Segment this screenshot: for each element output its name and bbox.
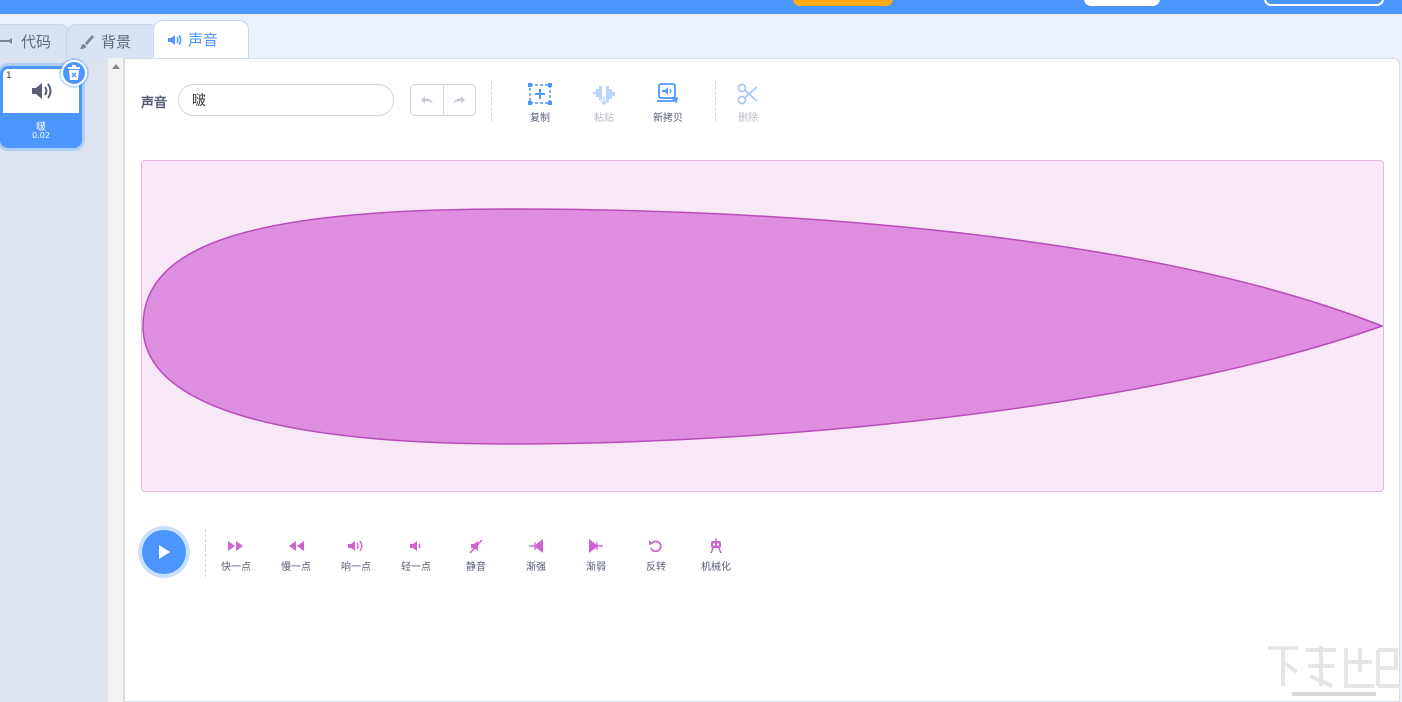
effect-faster-label: 快一点 [221, 562, 251, 573]
effects-divider [205, 529, 206, 577]
redo-button[interactable] [442, 85, 475, 115]
effect-robot-label: 机械化 [701, 562, 731, 573]
waveform [142, 208, 1385, 445]
paste-icon [593, 86, 615, 105]
effect-softer-label: 轻一点 [401, 562, 431, 573]
menu-white-button[interactable] [1084, 0, 1160, 6]
effect-mute-button[interactable]: 静音 [452, 537, 500, 573]
louder-icon [348, 540, 363, 552]
effect-mute-label: 静音 [466, 562, 486, 573]
menu-highlight-button[interactable] [793, 0, 893, 6]
sound-duration: 0.02 [32, 131, 50, 140]
delete-label: 删除 [738, 113, 758, 124]
new-copy-icon [657, 83, 678, 104]
copy-label: 复制 [530, 113, 550, 124]
speaker-icon [168, 34, 182, 45]
tab-code-label: 代码 [21, 33, 52, 51]
trash-icon [68, 65, 80, 80]
effect-slower-label: 慢一点 [281, 562, 311, 573]
play-icon [159, 545, 170, 559]
effect-fade-in-button[interactable]: 渐强 [512, 537, 560, 573]
scissors-icon [737, 83, 758, 105]
new-copy-button[interactable]: 新拷贝 [643, 79, 693, 124]
site-logo-watermark [1266, 644, 1402, 702]
undo-icon [420, 96, 433, 104]
effect-fade-in-label: 渐强 [526, 562, 546, 573]
effect-slower-button[interactable]: 慢一点 [272, 537, 320, 573]
tab-backdrop[interactable]: 背景 [66, 24, 160, 58]
play-button[interactable] [142, 530, 186, 574]
sound-list-scrollbar[interactable] [107, 58, 124, 702]
tab-code[interactable]: 代码 [0, 24, 70, 58]
new-copy-label: 新拷贝 [653, 113, 683, 124]
menu-outline-button[interactable] [1264, 0, 1384, 6]
fade-out-icon [589, 539, 603, 553]
redo-icon [453, 96, 466, 104]
paste-label: 粘贴 [594, 113, 614, 124]
sound-index: 1 [6, 71, 12, 81]
brush-icon [80, 34, 94, 49]
fade-in-icon [529, 539, 543, 553]
toolbar-divider [715, 81, 716, 121]
reverse-icon [649, 540, 662, 553]
editor-tabs: 代码 背景 声音 [0, 14, 1402, 58]
tab-backdrop-label: 背景 [101, 33, 132, 51]
effect-reverse-label: 反转 [646, 562, 666, 573]
slower-icon [289, 541, 304, 551]
faster-icon [228, 541, 243, 551]
delete-button[interactable]: 删除 [723, 79, 773, 124]
effect-louder-button[interactable]: 响一点 [332, 537, 380, 573]
effect-robot-button[interactable]: 机械化 [692, 537, 740, 573]
effect-reverse-button[interactable]: 反转 [632, 537, 680, 573]
sound-editor: 声音 复制 粘贴 新拷贝 删除 [124, 58, 1400, 702]
sound-name-input[interactable] [178, 84, 394, 116]
waveform-shape [142, 208, 1385, 445]
delete-sound-button[interactable] [61, 60, 87, 86]
effect-faster-button[interactable]: 快一点 [212, 537, 260, 573]
sound-list: 1 啵 0.02 [0, 58, 107, 702]
toolbar-divider [491, 81, 492, 121]
effect-fade-out-label: 渐弱 [586, 562, 606, 573]
waveform-area[interactable] [141, 160, 1385, 492]
effect-fade-out-button[interactable]: 渐弱 [572, 537, 620, 573]
speaker-icon [32, 83, 52, 99]
tab-sound[interactable]: 声音 [153, 20, 249, 58]
paste-button[interactable]: 粘贴 [579, 79, 629, 124]
code-icon [0, 37, 12, 44]
copy-icon [528, 83, 552, 105]
effect-louder-label: 响一点 [341, 562, 371, 573]
undo-button[interactable] [411, 85, 443, 115]
scroll-up-icon[interactable] [112, 64, 120, 69]
copy-button[interactable]: 复制 [515, 79, 565, 124]
mute-icon [469, 539, 483, 554]
robot-icon [710, 538, 722, 554]
tab-sound-label: 声音 [188, 31, 219, 49]
sound-name-label: 声音 [141, 96, 168, 111]
undo-redo-group [410, 84, 476, 116]
top-menu-bar [0, 0, 1402, 14]
softer-icon [410, 541, 421, 551]
effect-softer-button[interactable]: 轻一点 [392, 537, 440, 573]
